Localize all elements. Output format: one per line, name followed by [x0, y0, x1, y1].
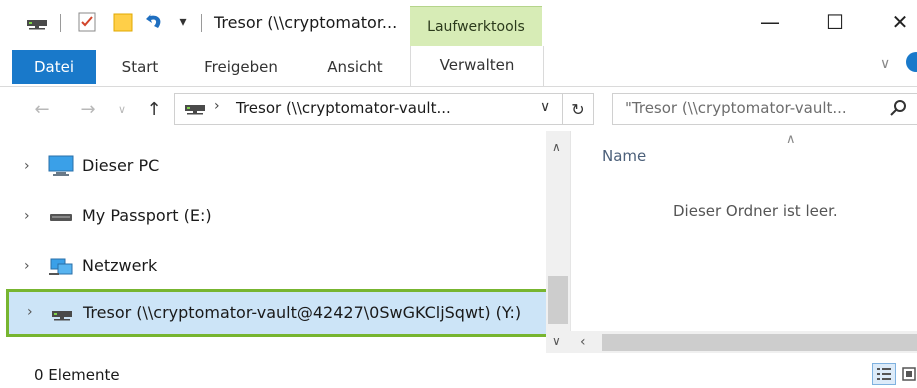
nav-item-label: Netzwerk: [82, 256, 158, 275]
expand-chevron-icon[interactable]: ›: [27, 304, 33, 320]
up-arrow-icon[interactable]: ↑: [142, 96, 166, 122]
scroll-down-icon[interactable]: ∨: [552, 334, 561, 348]
tab-verwalten[interactable]: Verwalten: [410, 46, 544, 86]
details-view-icon[interactable]: [872, 363, 896, 385]
expand-chevron-icon[interactable]: ›: [24, 208, 40, 224]
sort-ascending-icon: ∧: [786, 132, 796, 147]
ribbon-collapse-chevron-icon[interactable]: ∨: [880, 56, 890, 72]
network-drive-icon: [184, 100, 206, 120]
breadcrumb-chevron-icon[interactable]: ›: [214, 98, 220, 114]
nav-item-netzwerk[interactable]: › Netzwerk: [0, 246, 545, 286]
recent-locations-chevron-icon[interactable]: ∨: [114, 96, 130, 122]
tab-freigeben[interactable]: Freigeben: [188, 50, 294, 84]
network-icon: [48, 255, 74, 277]
expand-chevron-icon[interactable]: ›: [24, 258, 40, 274]
scroll-left-icon[interactable]: ‹: [580, 334, 586, 350]
nav-item-tresor[interactable]: › Tresor (\\cryptomator-vault@42427\0SwG…: [6, 289, 550, 337]
empty-folder-message: Dieser Ordner ist leer.: [673, 202, 838, 220]
forward-arrow-icon[interactable]: →: [76, 96, 100, 122]
search-placeholder[interactable]: "Tresor (\\cryptomator-vault...: [625, 99, 847, 117]
item-count: 0 Elemente: [34, 366, 120, 384]
quick-access-dropdown[interactable]: ▾: [172, 10, 194, 34]
back-arrow-icon[interactable]: ←: [30, 96, 54, 122]
search-icon[interactable]: [890, 99, 908, 121]
tab-ansicht[interactable]: Ansicht: [310, 50, 400, 84]
computer-icon: [48, 155, 74, 177]
tab-start[interactable]: Start: [108, 50, 172, 84]
refresh-button[interactable]: ↻: [562, 93, 594, 125]
drive-icon: [48, 205, 74, 227]
nav-item-label: Dieser PC: [82, 156, 160, 175]
separator: [201, 14, 202, 32]
close-button[interactable]: ✕: [880, 8, 917, 36]
nav-item-my-passport[interactable]: › My Passport (E:): [0, 196, 545, 236]
network-drive-icon: [51, 306, 73, 326]
minimize-button[interactable]: —: [750, 8, 790, 36]
address-dropdown-icon[interactable]: ∨: [540, 99, 550, 115]
nav-item-label: Tresor (\\cryptomator-vault@42427\0SwGKC…: [83, 303, 522, 322]
new-folder-icon[interactable]: [108, 10, 138, 34]
content-scroll-thumb[interactable]: [602, 334, 917, 351]
network-drive-icon[interactable]: [22, 10, 52, 34]
context-tab-header: Laufwerktools: [410, 6, 542, 47]
context-tab-label: Laufwerktools: [427, 19, 525, 35]
separator: [60, 14, 61, 32]
status-bar: [0, 353, 917, 388]
window-title: Tresor (\\cryptomator...: [214, 13, 398, 32]
address-path[interactable]: Tresor (\\cryptomator-vault...: [236, 99, 451, 117]
nav-item-dieser-pc[interactable]: › Dieser PC: [0, 146, 545, 186]
large-icons-view-icon[interactable]: [900, 365, 917, 383]
scroll-up-icon[interactable]: ∧: [552, 140, 561, 154]
column-header-name[interactable]: Name: [602, 147, 646, 165]
tab-datei[interactable]: Datei: [12, 50, 96, 84]
expand-chevron-icon[interactable]: ›: [24, 158, 40, 174]
maximize-button[interactable]: ☐: [815, 8, 855, 36]
undo-icon[interactable]: [140, 10, 170, 34]
nav-item-label: My Passport (E:): [82, 206, 212, 225]
nav-scroll-thumb[interactable]: [548, 276, 568, 324]
properties-icon[interactable]: [72, 10, 102, 34]
